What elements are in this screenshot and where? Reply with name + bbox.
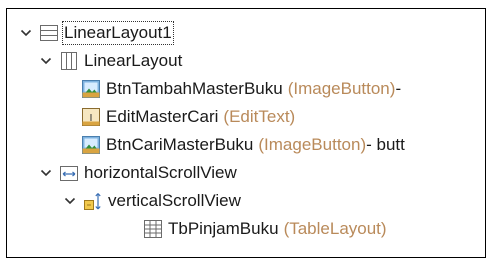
tree-node-linearlayout1[interactable]: LinearLayout1: [19, 19, 174, 47]
outline-tree-panel: LinearLayout1 LinearLayout BtnTambahMast…: [6, 8, 486, 258]
chevron-down-icon[interactable]: [39, 166, 53, 180]
tree-node-type: (ImageButton): [258, 135, 367, 154]
tree-node-label: BtnCariMasterBuku: [106, 135, 254, 154]
tree-node-tbpinjambuku[interactable]: TbPinjamBuku (TableLayout): [143, 215, 387, 243]
chevron-down-icon[interactable]: [19, 26, 33, 40]
horizontal-scroll-view-icon: [59, 163, 79, 183]
tree-node-suffix: - butt: [366, 135, 405, 154]
tree-node-label: verticalScrollView: [108, 191, 241, 210]
tree-node-btntambahmasterbuku[interactable]: BtnTambahMasterBuku (ImageButton) -: [81, 75, 401, 103]
tree-node-type: (EditText): [223, 107, 296, 126]
tree-node-type: (TableLayout): [283, 219, 387, 238]
tree-node-label: horizontalScrollView: [84, 163, 237, 182]
tree-node-label: LinearLayout1: [62, 21, 174, 45]
tree-node-verticalscrollview[interactable]: verticalScrollView: [63, 187, 241, 215]
tree-node-horizontalscrollview[interactable]: horizontalScrollView: [39, 159, 237, 187]
image-button-icon: [81, 79, 101, 99]
tree-node-label: EditMasterCari: [106, 107, 219, 126]
vertical-scroll-view-icon: [83, 191, 103, 211]
tree-node-label: BtnTambahMasterBuku: [106, 79, 283, 98]
tree-node-editmastercari[interactable]: I EditMasterCari (EditText): [81, 103, 295, 131]
tree-node-label: TbPinjamBuku: [168, 219, 279, 238]
tree-node-btncarimasterbuku[interactable]: BtnCariMasterBuku (ImageButton) - butt: [81, 131, 405, 159]
chevron-down-icon[interactable]: [39, 54, 53, 68]
tree-node-type: (ImageButton): [287, 79, 396, 98]
image-button-icon: [81, 135, 101, 155]
edit-text-icon: I: [81, 107, 101, 127]
table-layout-icon: [143, 219, 163, 239]
tree-node-label: LinearLayout: [84, 51, 183, 70]
tree-node-suffix: -: [395, 79, 402, 98]
tree-node-linearlayout[interactable]: LinearLayout: [39, 47, 182, 75]
linear-layout-horizontal-icon: [59, 51, 79, 71]
chevron-down-icon[interactable]: [63, 194, 77, 208]
linear-layout-vertical-icon: [39, 23, 59, 43]
